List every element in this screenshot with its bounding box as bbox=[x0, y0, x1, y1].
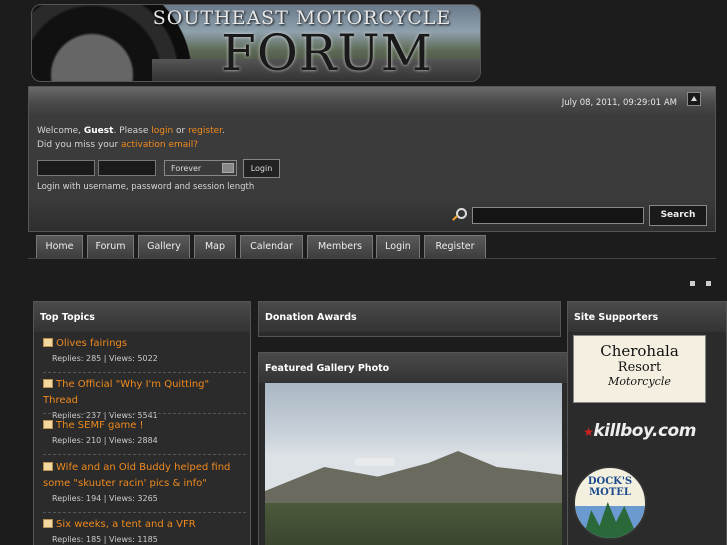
tab-calendar[interactable]: Calendar bbox=[240, 235, 303, 259]
top-topics-panel: Top Topics Olives fairings Replies: 285 … bbox=[33, 301, 251, 545]
topic-item: The SEMF game ! Replies: 210 | Views: 28… bbox=[43, 418, 243, 448]
please-text: . Please bbox=[113, 126, 152, 136]
topic-link[interactable]: The Official "Why I'm Quitting" Thread bbox=[43, 379, 209, 406]
topic-item: Wife and an Old Buddy helped find some "… bbox=[43, 460, 233, 506]
missed-activation-text: Did you miss your bbox=[37, 140, 122, 150]
topic-divider bbox=[43, 413, 246, 414]
layout-toggle-icon[interactable] bbox=[690, 281, 695, 286]
welcome-prefix: Welcome, bbox=[37, 126, 84, 136]
killboy-sponsor-logo[interactable]: ★killboy.com bbox=[573, 415, 706, 447]
search-button[interactable]: Search bbox=[649, 205, 707, 226]
featured-photo-title: Featured Gallery Photo bbox=[259, 353, 567, 383]
login-button[interactable]: Login bbox=[243, 159, 280, 178]
banner-line2: FORUM bbox=[221, 24, 433, 82]
tab-login[interactable]: Login bbox=[376, 235, 420, 259]
killboy-text: killboy.com bbox=[593, 421, 696, 441]
tab-members[interactable]: Members bbox=[307, 235, 373, 259]
tab-map[interactable]: Map bbox=[194, 235, 236, 259]
username-input[interactable] bbox=[37, 160, 95, 176]
featured-photo-panel: Featured Gallery Photo bbox=[258, 352, 568, 545]
cherohala-line3: Motorcycle bbox=[608, 375, 671, 388]
nav-divider bbox=[28, 258, 716, 259]
tab-gallery[interactable]: Gallery bbox=[138, 235, 190, 259]
login-link[interactable]: login bbox=[151, 126, 173, 136]
search-input[interactable] bbox=[472, 207, 644, 224]
topic-icon bbox=[43, 338, 53, 347]
star-icon: ★ bbox=[583, 425, 594, 439]
topic-item: Olives fairings Replies: 285 | Views: 50… bbox=[43, 336, 243, 366]
topic-item: Six weeks, a tent and a VFR Replies: 185… bbox=[43, 517, 243, 545]
cherohala-line1: Cherohala bbox=[600, 342, 679, 360]
topic-link[interactable]: The SEMF game ! bbox=[56, 420, 144, 431]
topic-meta: Replies: 285 | Views: 5022 bbox=[52, 354, 158, 363]
docks-motel-sponsor-logo[interactable]: DOCK'S MOTEL bbox=[573, 466, 647, 540]
topic-link[interactable]: Olives fairings bbox=[56, 338, 127, 349]
snow-patch bbox=[480, 453, 530, 459]
site-supporters-title: Site Supporters bbox=[568, 302, 726, 332]
snow-patch bbox=[355, 458, 395, 466]
donation-awards-panel: Donation Awards bbox=[258, 301, 561, 337]
docks-motel-text: DOCK'S MOTEL bbox=[587, 476, 633, 498]
tab-register[interactable]: Register bbox=[424, 235, 486, 259]
topic-icon bbox=[43, 379, 53, 388]
cherohala-sponsor-logo[interactable]: Cherohala Resort Motorcycle bbox=[573, 335, 706, 403]
collapse-toggle-icon[interactable] bbox=[687, 92, 701, 106]
user-panel: July 08, 2011, 09:29:01 AM Welcome, Gues… bbox=[28, 86, 716, 232]
topic-icon bbox=[43, 519, 53, 528]
donation-awards-title: Donation Awards bbox=[259, 302, 560, 332]
guest-name: Guest bbox=[83, 126, 114, 136]
or-text: or bbox=[173, 126, 189, 136]
site-banner-logo[interactable]: SOUTHEAST MOTORCYCLE FORUM bbox=[31, 4, 481, 82]
period-text: . bbox=[222, 126, 225, 136]
topic-meta: Replies: 194 | Views: 3265 bbox=[52, 494, 158, 503]
user-panel-topbar: July 08, 2011, 09:29:01 AM bbox=[29, 87, 715, 115]
cherohala-line2: Resort bbox=[617, 360, 662, 375]
tab-forum[interactable]: Forum bbox=[87, 235, 134, 259]
search-icon bbox=[451, 208, 467, 222]
tab-home[interactable]: Home bbox=[36, 235, 83, 259]
topic-link[interactable]: Wife and an Old Buddy helped find some "… bbox=[43, 462, 230, 489]
search-bar: Search bbox=[29, 201, 715, 231]
session-length-value: Forever bbox=[171, 164, 202, 173]
topic-icon bbox=[43, 420, 53, 429]
topic-divider bbox=[43, 372, 246, 373]
topic-link[interactable]: Six weeks, a tent and a VFR bbox=[56, 519, 196, 530]
topic-meta: Replies: 185 | Views: 1185 bbox=[52, 535, 158, 544]
dropdown-arrow-icon bbox=[222, 163, 234, 173]
session-length-select[interactable]: Forever bbox=[164, 160, 237, 176]
featured-gallery-image[interactable] bbox=[265, 383, 562, 545]
site-supporters-panel: Site Supporters Cherohala Resort Motorcy… bbox=[567, 301, 727, 545]
welcome-message: Welcome, Guest. Please login or register… bbox=[37, 124, 225, 152]
register-link[interactable]: register bbox=[188, 126, 222, 136]
topic-divider bbox=[43, 454, 246, 455]
topic-item: The Official "Why I'm Quitting" Thread R… bbox=[43, 377, 243, 423]
activation-email-link[interactable]: activation email? bbox=[121, 140, 198, 150]
topic-icon bbox=[43, 462, 53, 471]
password-input[interactable] bbox=[98, 160, 156, 176]
topic-meta: Replies: 210 | Views: 2884 bbox=[52, 436, 158, 445]
layout-toggle-icon-2[interactable] bbox=[706, 281, 711, 286]
ground-graphic bbox=[265, 503, 562, 545]
topic-divider bbox=[43, 512, 246, 513]
current-date: July 08, 2011, 09:29:01 AM bbox=[561, 98, 677, 108]
top-topics-title: Top Topics bbox=[34, 302, 250, 332]
login-hint: Login with username, password and sessio… bbox=[37, 182, 255, 192]
